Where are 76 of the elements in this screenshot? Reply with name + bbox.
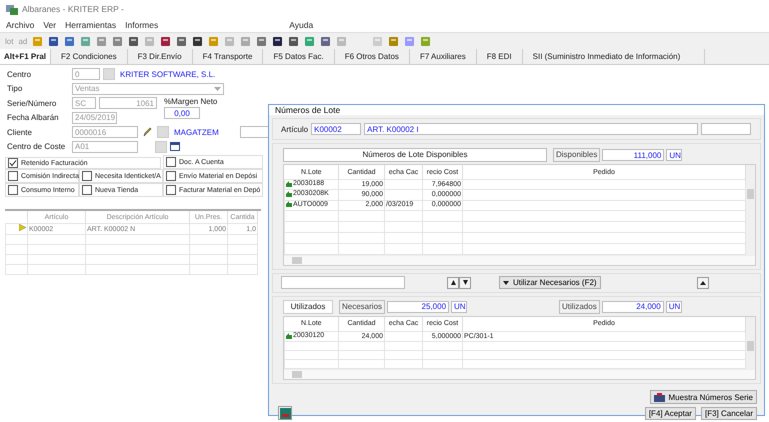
accept-button[interactable]: [F4] Aceptar <box>644 407 696 420</box>
tab[interactable]: F5 Datos Fac. <box>263 49 335 64</box>
input-field[interactable]: K00002 <box>311 123 362 135</box>
toolbar-icon[interactable] <box>128 36 140 46</box>
field-label: Artículo <box>281 124 308 134</box>
report-button[interactable] <box>278 406 292 420</box>
field-label: Utilizados <box>559 300 600 314</box>
field-label: Necesarios <box>339 300 386 314</box>
tab[interactable]: F7 Auxiliares <box>410 49 477 64</box>
field-label: Disponibles <box>553 148 600 162</box>
field-label: Serie/Número <box>7 98 58 108</box>
tab[interactable]: F2 Condiciones <box>51 49 128 64</box>
toolbar-icon[interactable] <box>288 36 300 46</box>
unit-field[interactable]: UN <box>451 300 468 313</box>
table-cell <box>384 190 422 200</box>
field-label: Centro <box>7 70 32 79</box>
down-arrow-icon <box>462 280 468 286</box>
toolbar-icon[interactable] <box>192 36 204 46</box>
up-arrow-icon <box>700 280 706 285</box>
dialog-title: Números de Lote <box>275 105 340 115</box>
input-field[interactable]: ART. K00002 I <box>364 123 698 135</box>
cancel-button[interactable]: [F3] Cancelar <box>700 407 757 420</box>
tab[interactable]: F8 EDI <box>476 49 523 64</box>
caret-icon <box>214 86 221 91</box>
unit-field[interactable]: UN <box>666 149 682 161</box>
window-title: Albaranes - KRITER ERP - <box>22 4 124 14</box>
row-pointer-icon <box>19 224 26 231</box>
menu-item[interactable]: Ayuda <box>289 20 314 30</box>
menu-item[interactable]: Herramientas <box>65 20 116 30</box>
menu-item[interactable]: Ver <box>43 20 56 30</box>
input-field[interactable]: 0,00 <box>164 107 200 120</box>
scrollbar[interactable] <box>284 254 755 265</box>
menu-item[interactable]: Informes <box>125 20 158 30</box>
company-name: KRITER SOFTWARE, S.L. <box>120 70 216 79</box>
scrollbar[interactable] <box>746 165 755 255</box>
show-serials-button[interactable]: Muestra Números Serie <box>650 390 757 404</box>
field-label: Fecha Albarán <box>7 113 60 122</box>
pencil-icon[interactable] <box>143 127 152 138</box>
up-arrow-icon <box>450 280 456 286</box>
field-label: %Margen Neto <box>164 97 218 106</box>
move-down-button[interactable] <box>459 276 471 289</box>
tab[interactable]: SII (Suministro Inmediato de Información) <box>522 49 706 64</box>
input-field[interactable] <box>701 123 752 135</box>
tab[interactable]: Utilizados <box>283 300 333 314</box>
move-up-button[interactable] <box>447 276 459 289</box>
checkmark-icon <box>9 159 17 167</box>
collapse-button[interactable] <box>696 276 709 289</box>
input-field[interactable]: 25,000 <box>387 300 450 313</box>
field-label: Centro de Coste <box>7 142 66 152</box>
table-cell <box>384 180 422 190</box>
calendar-icon[interactable] <box>170 142 180 152</box>
tab[interactable]: F4 Transporte <box>192 49 264 64</box>
field-label: Tipo <box>7 84 24 94</box>
tab[interactable]: Alt+F1 Pral <box>0 49 52 64</box>
scrollbar[interactable] <box>746 316 755 369</box>
warehouse-name: MAGATZEM <box>174 128 219 137</box>
toolbar-icon[interactable] <box>160 36 172 46</box>
menu-item[interactable]: Archivo <box>6 20 34 30</box>
input-field[interactable] <box>281 276 405 290</box>
toolbar-icon[interactable] <box>48 36 60 46</box>
field-label: Cliente <box>7 128 33 137</box>
input-field[interactable]: 24,000 <box>602 300 664 313</box>
document-icon <box>280 408 290 418</box>
app-icon <box>6 4 18 14</box>
toolbox-icon <box>654 392 665 402</box>
use-needed-button[interactable]: Utilizar Necesarios (F2) <box>499 276 601 290</box>
tab[interactable]: F3 Dir.Envío <box>128 49 193 64</box>
lot-arrow-icon <box>286 332 292 338</box>
tab[interactable]: F6 Otros Datos <box>334 49 410 64</box>
caret-icon <box>503 280 509 285</box>
lookup-button[interactable] <box>103 68 115 80</box>
toolbar-icon[interactable] <box>272 36 284 46</box>
scrollbar[interactable] <box>284 369 755 379</box>
section-header: Números de Lote Disponibles <box>283 148 547 162</box>
unit-field[interactable]: UN <box>666 300 682 313</box>
input-field[interactable]: 111,000 <box>602 149 664 161</box>
